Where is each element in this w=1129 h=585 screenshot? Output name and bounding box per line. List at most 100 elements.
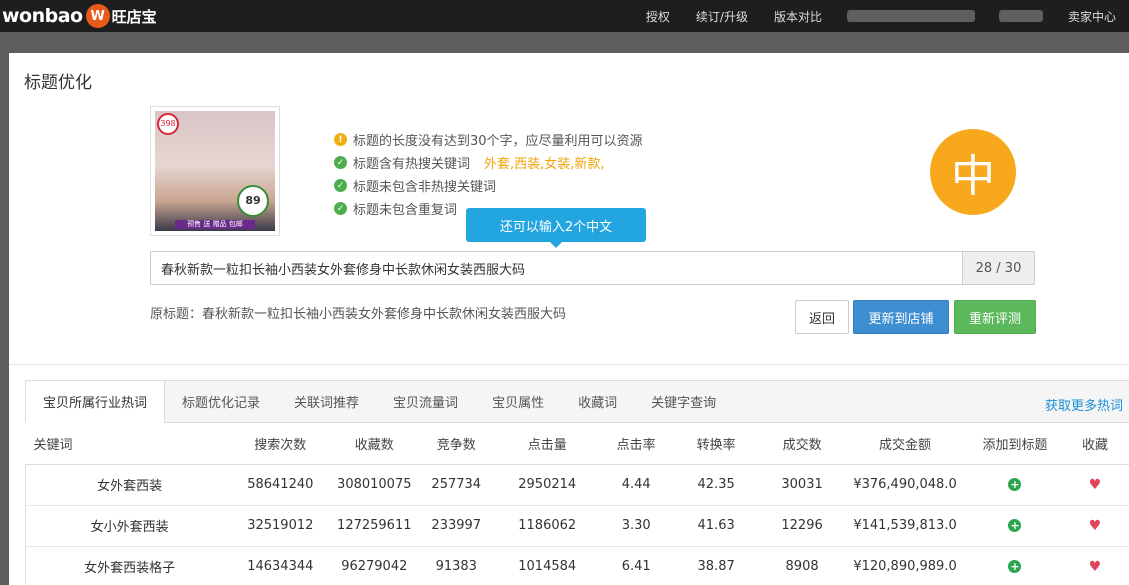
logo-text: wonbao (2, 5, 83, 27)
col-conversion[interactable]: 转换率 (669, 423, 764, 465)
cell-add: + (969, 545, 1061, 585)
nav-renew[interactable]: 续订/升级 (683, 8, 761, 25)
logo-cn-text: 旺店宝 (111, 7, 157, 26)
check-text: 标题的长度没有达到30个字，应尽量利用可以资源 (353, 134, 643, 149)
tab-related-words[interactable]: 关联词推荐 (277, 381, 376, 422)
original-title: 原标题：春秋新款一粒扣长袖小西装女外套修身中长款休闲女装西服大码 (150, 307, 567, 322)
add-plus-icon[interactable]: + (1008, 478, 1022, 491)
cell-clicks: 1014584 (491, 545, 604, 585)
warning-icon: ! (334, 133, 347, 146)
cell-clicks: 2950214 (491, 463, 604, 506)
cell-conversion: 38.87 (669, 545, 764, 585)
cell-deals: 12296 (763, 504, 842, 547)
col-keyword[interactable]: 关键词 (25, 423, 234, 465)
cell-deal-amount: ¥120,890,989.0 (841, 545, 970, 585)
divider (9, 364, 1129, 365)
cell-deal-amount: ¥376,490,048.0 (841, 463, 970, 506)
col-deal-amount[interactable]: 成交金额 (841, 423, 970, 465)
heart-icon[interactable]: ♥ (1089, 477, 1102, 493)
add-plus-icon[interactable]: + (1008, 519, 1022, 532)
check-item: ✓ 标题含有热搜关键词 外套,西装,女装,新款, (334, 151, 643, 174)
nav-seller-center[interactable]: 卖家中心 (1055, 8, 1129, 25)
col-deals[interactable]: 成交数 (763, 423, 842, 465)
cell-deals: 30031 (763, 463, 842, 506)
cell-keyword: 女外套西装 (25, 463, 234, 506)
cell-fav: ♥ (1060, 463, 1129, 506)
cell-keyword: 女外套西装格子 (25, 545, 234, 585)
modal-title: 标题优化 (24, 73, 92, 93)
cell-deals: 8908 (763, 545, 842, 585)
cell-fav: ♥ (1060, 504, 1129, 547)
cell-ctr: 6.41 (603, 545, 670, 585)
cell-competition: 233997 (421, 504, 492, 547)
col-ctr[interactable]: 点击率 (603, 423, 670, 465)
cell-search-count: 14634344 (233, 545, 328, 585)
tab-favorite-words[interactable]: 收藏词 (561, 381, 634, 422)
product-tag-badge: 398 (157, 113, 179, 135)
check-circle-icon: ✓ (334, 202, 347, 215)
table-header-row: 关键词 搜索次数 收藏数 竞争数 点击量 点击率 转换率 成交数 成交金额 添加… (25, 423, 1129, 465)
cell-conversion: 42.35 (669, 463, 764, 506)
cell-add: + (969, 504, 1061, 547)
check-circle-icon: ✓ (334, 179, 347, 192)
heart-icon[interactable]: ♥ (1089, 518, 1102, 534)
heart-icon[interactable]: ♥ (1089, 559, 1102, 575)
cell-ctr: 4.44 (603, 463, 670, 506)
check-circle-icon: ✓ (334, 156, 347, 169)
tab-optimize-history[interactable]: 标题优化记录 (165, 381, 277, 422)
cell-ctr: 3.30 (603, 504, 670, 547)
cell-favorites: 308010075 (327, 463, 422, 506)
logo[interactable]: wonbao W 旺店宝 (2, 4, 157, 28)
cell-search-count: 58641240 (233, 463, 328, 506)
nav-compare[interactable]: 版本对比 (761, 8, 835, 25)
col-competition[interactable]: 竞争数 (421, 423, 492, 465)
cell-favorites: 96279042 (327, 545, 422, 585)
tab-keyword-query[interactable]: 关键字查询 (634, 381, 733, 422)
nav-bar: 授权 续订/升级 版本对比 卖家中心 (633, 0, 1129, 32)
more-hot-words-link[interactable]: 获取更多热词 (1045, 395, 1123, 414)
table-row: 女小外套西装 32519012 127259611 233997 1186062… (25, 504, 1129, 547)
title-input[interactable] (150, 251, 962, 285)
logo-badge-icon: W (85, 4, 110, 28)
product-promo-strip: 预售 送 赠品 包邮 (175, 220, 255, 229)
check-list: ! 标题的长度没有达到30个字，应尽量利用可以资源 ✓ 标题含有热搜关键词 外套… (334, 128, 643, 220)
back-button[interactable]: 返回 (795, 300, 849, 334)
tab-item-attributes[interactable]: 宝贝属性 (475, 381, 561, 422)
product-price-badge: 89 (237, 185, 269, 217)
table-row: 女外套西装格子 14634344 96279042 91383 1014584 … (25, 545, 1129, 585)
cell-competition: 257734 (421, 463, 492, 506)
update-to-shop-button[interactable]: 更新到店铺 (853, 300, 949, 334)
product-photo: 398 89 预售 送 赠品 包邮 (155, 111, 275, 231)
top-navbar: wonbao W 旺店宝 授权 续订/升级 版本对比 卖家中心 (0, 0, 1129, 32)
table-row: 女外套西装 58641240 308010075 257734 2950214 … (25, 463, 1129, 506)
tab-traffic-words[interactable]: 宝贝流量词 (376, 381, 475, 422)
keyword-table: 关键词 搜索次数 收藏数 竞争数 点击量 点击率 转换率 成交数 成交金额 添加… (25, 423, 1129, 585)
cell-favorites: 127259611 (327, 504, 422, 547)
cell-conversion: 41.63 (669, 504, 764, 547)
cell-fav: ♥ (1060, 545, 1129, 585)
cell-deal-amount: ¥141,539,813.0 (841, 504, 970, 547)
check-text: 标题含有热搜关键词 (353, 157, 471, 172)
cell-competition: 91383 (421, 545, 492, 585)
nav-authorize[interactable]: 授权 (633, 8, 683, 25)
tab-industry-hot-words[interactable]: 宝贝所属行业热词 (25, 380, 166, 423)
col-favorite: 收藏 (1060, 423, 1129, 465)
col-favorites[interactable]: 收藏数 (327, 423, 422, 465)
col-search-count[interactable]: 搜索次数 (233, 423, 328, 465)
title-optimize-modal: 标题优化 398 89 预售 送 赠品 包邮 ! 标题的长度没有达到30个字，应… (9, 53, 1129, 585)
cell-clicks: 1186062 (491, 504, 604, 547)
char-counter: 28 / 30 (962, 251, 1035, 285)
grade-badge: 中 (930, 129, 1016, 215)
add-plus-icon[interactable]: + (1008, 560, 1022, 573)
check-item: ! 标题的长度没有达到30个字，应尽量利用可以资源 (334, 128, 643, 151)
nav-user-blurred (998, 10, 1043, 22)
re-evaluate-button[interactable]: 重新评测 (954, 300, 1036, 334)
product-image: 398 89 预售 送 赠品 包邮 (150, 106, 280, 236)
keyword-tabs: 宝贝所属行业热词 标题优化记录 关联词推荐 宝贝流量词 宝贝属性 收藏词 关键字… (25, 380, 1129, 423)
check-text: 标题未包含重复词 (353, 203, 458, 218)
hot-keywords: 外套,西装,女装,新款, (484, 157, 605, 172)
cell-add: + (969, 463, 1061, 506)
col-add-to-title: 添加到标题 (969, 423, 1061, 465)
check-item: ✓ 标题未包含非热搜关键词 (334, 174, 643, 197)
col-clicks[interactable]: 点击量 (491, 423, 604, 465)
